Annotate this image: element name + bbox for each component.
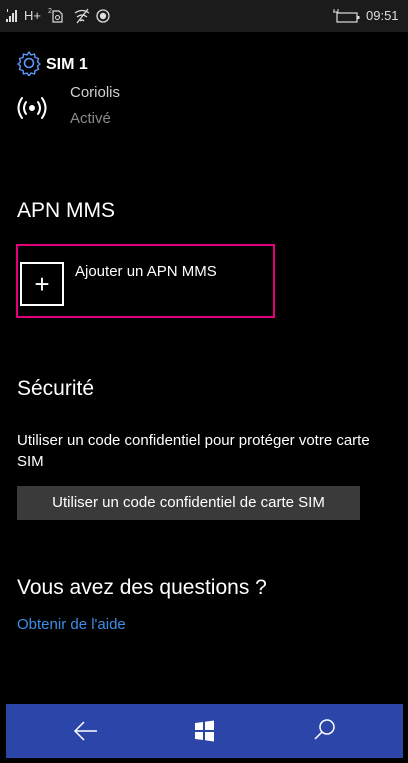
status-bar: H+ 2 09:51 — [0, 0, 408, 32]
help-section-title: Vous avez des questions ? — [17, 576, 267, 599]
start-button[interactable] — [164, 704, 244, 758]
page-title: SIM 1 — [46, 56, 88, 73]
get-help-link[interactable]: Obtenir de l'aide — [17, 616, 126, 633]
svg-text:2: 2 — [48, 8, 52, 15]
broadcast-icon — [17, 97, 47, 119]
back-button[interactable] — [45, 704, 125, 758]
network-name: Coriolis — [70, 84, 121, 101]
windows-logo-icon — [195, 720, 214, 742]
search-icon — [314, 719, 335, 740]
clock: 09:51 — [366, 8, 399, 23]
network-type-label: H+ — [24, 8, 41, 23]
apn-section-title: APN MMS — [17, 199, 116, 222]
add-apn-label: Ajouter un APN MMS — [75, 263, 217, 280]
focus-assist-icon — [96, 9, 110, 23]
security-description: Utiliser un code confidentiel pour proté… — [17, 432, 370, 470]
network-status: Activé — [70, 110, 111, 127]
security-section-title: Sécurité — [17, 377, 95, 400]
signal-strength-icon — [6, 9, 17, 22]
add-apn-plus-box[interactable]: + — [20, 262, 64, 306]
navigation-bar — [6, 704, 403, 758]
sim-pin-button[interactable]: Utiliser un code confidentiel de carte S… — [17, 486, 360, 520]
back-arrow-icon — [73, 721, 97, 741]
wifi-off-icon — [74, 8, 90, 24]
gear-icon — [17, 51, 41, 76]
search-button[interactable] — [283, 704, 363, 758]
sim-2-icon: 2 — [48, 8, 63, 23]
battery-icon — [333, 9, 360, 23]
plus-icon: + — [34, 269, 50, 299]
